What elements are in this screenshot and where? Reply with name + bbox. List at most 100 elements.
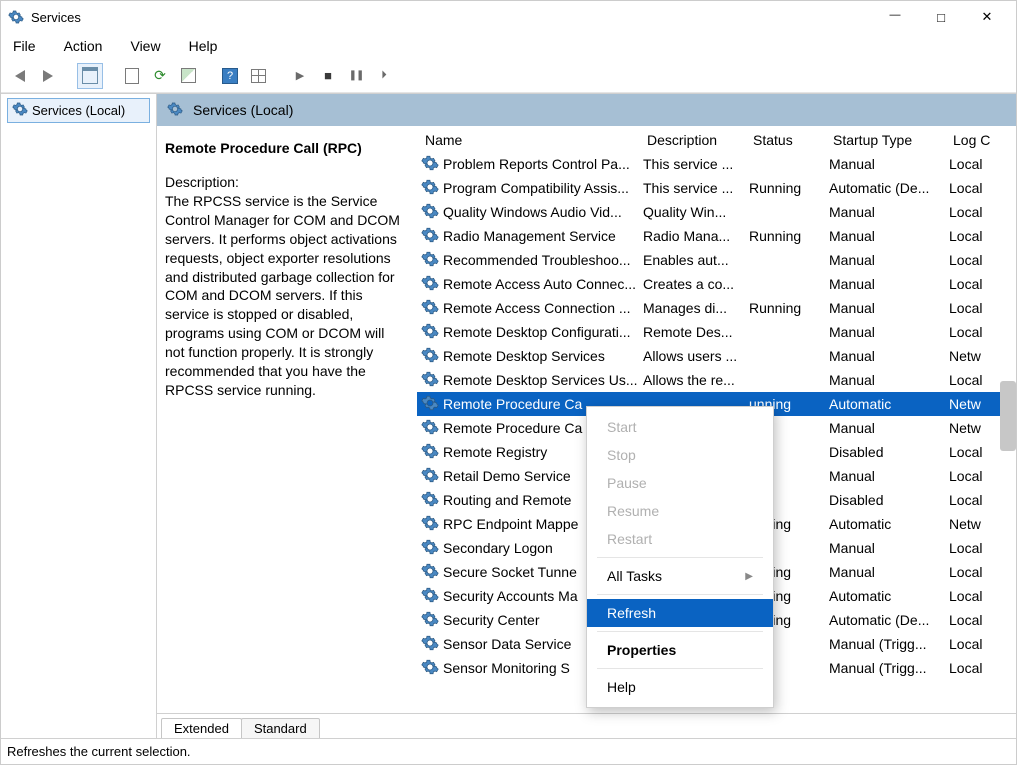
service-name: Secondary Logon — [443, 540, 553, 556]
service-name: Problem Reports Control Pa... — [443, 156, 630, 172]
service-row[interactable]: Remote Access Connection ...Manages di..… — [417, 296, 1016, 320]
service-row[interactable]: Radio Management ServiceRadio Mana...Run… — [417, 224, 1016, 248]
restart-service-button[interactable] — [371, 63, 397, 89]
gear-icon — [421, 586, 439, 607]
service-desc: Quality Win... — [639, 204, 745, 220]
col-logon[interactable]: Log C — [949, 132, 997, 148]
refresh-button[interactable] — [147, 63, 173, 89]
app-icon — [7, 8, 25, 26]
service-row[interactable]: Remote Desktop Services Us...Allows the … — [417, 368, 1016, 392]
service-row[interactable]: Remote Access Auto Connec...Creates a co… — [417, 272, 1016, 296]
service-startup: Manual — [825, 324, 945, 340]
service-logon: Netw — [945, 420, 993, 436]
menu-view[interactable]: View — [124, 36, 166, 56]
context-item-label: Properties — [607, 642, 676, 658]
service-startup: Manual — [825, 252, 945, 268]
service-startup: Automatic (De... — [825, 180, 945, 196]
maximize-button[interactable] — [918, 3, 964, 31]
service-status: Running — [745, 180, 825, 196]
context-item-label: Resume — [607, 503, 659, 519]
service-desc: Radio Mana... — [639, 228, 745, 244]
properties-button[interactable] — [119, 63, 145, 89]
minimize-button[interactable] — [872, 3, 918, 31]
service-row[interactable]: Program Compatibility Assis...This servi… — [417, 176, 1016, 200]
service-desc: Creates a co... — [639, 276, 745, 292]
col-name[interactable]: Name — [421, 132, 643, 148]
tab-standard[interactable]: Standard — [241, 718, 320, 738]
service-desc: Manages di... — [639, 300, 745, 316]
col-description[interactable]: Description — [643, 132, 749, 148]
stop-service-button[interactable] — [315, 63, 341, 89]
back-button[interactable] — [7, 63, 33, 89]
chevron-right-icon: ▶ — [745, 571, 753, 582]
service-status: Running — [745, 300, 825, 316]
menu-help[interactable]: Help — [183, 36, 224, 56]
tree-pane: Services (Local) — [1, 94, 157, 738]
statusbar-text: Refreshes the current selection. — [7, 744, 191, 759]
service-name: Recommended Troubleshoo... — [443, 252, 631, 268]
export-list-button[interactable] — [175, 63, 201, 89]
gear-icon — [167, 101, 183, 120]
col-startup-type[interactable]: Startup Type — [829, 132, 949, 148]
context-help[interactable]: Help — [587, 673, 773, 701]
col-status[interactable]: Status — [749, 132, 829, 148]
gear-icon — [12, 101, 28, 120]
gear-icon — [421, 250, 439, 271]
service-startup: Manual — [825, 564, 945, 580]
service-name: Sensor Monitoring S — [443, 660, 570, 676]
service-name: Remote Procedure Ca — [443, 396, 582, 412]
gear-icon — [421, 634, 439, 655]
service-startup: Automatic (De... — [825, 612, 945, 628]
service-status: Running — [745, 228, 825, 244]
service-startup: Automatic — [825, 588, 945, 604]
context-item-label: All Tasks — [607, 568, 662, 584]
context-refresh[interactable]: Refresh — [587, 599, 773, 627]
service-row[interactable]: Recommended Troubleshoo... Enables aut...… — [417, 248, 1016, 272]
view-button[interactable] — [245, 63, 271, 89]
context-pause: Pause — [587, 469, 773, 497]
gear-icon — [421, 370, 439, 391]
context-separator — [597, 668, 763, 669]
service-startup: Manual — [825, 348, 945, 364]
context-stop: Stop — [587, 441, 773, 469]
service-row[interactable]: Remote Desktop Configurati...Remote Des.… — [417, 320, 1016, 344]
service-logon: Local — [945, 540, 993, 556]
service-logon: Local — [945, 180, 993, 196]
service-name: Program Compatibility Assis... — [443, 180, 629, 196]
menu-action[interactable]: Action — [58, 36, 109, 56]
service-startup: Manual — [825, 228, 945, 244]
service-logon: Local — [945, 324, 993, 340]
service-desc: This service ... — [639, 156, 745, 172]
service-startup: Manual — [825, 468, 945, 484]
gear-icon — [421, 538, 439, 559]
context-item-label: Start — [607, 419, 637, 435]
gear-icon — [421, 442, 439, 463]
show-hide-tree-button[interactable] — [77, 63, 103, 89]
close-button[interactable] — [964, 3, 1010, 31]
gear-icon — [421, 610, 439, 631]
context-properties[interactable]: Properties — [587, 636, 773, 664]
service-startup: Manual — [825, 276, 945, 292]
service-desc: Enables aut... — [639, 252, 745, 268]
forward-button[interactable] — [35, 63, 61, 89]
tree-root[interactable]: Services (Local) — [7, 98, 150, 123]
service-logon: Local — [945, 156, 993, 172]
gear-icon — [421, 154, 439, 175]
menu-file[interactable]: File — [7, 36, 42, 56]
service-row[interactable]: Problem Reports Control Pa... This servic… — [417, 152, 1016, 176]
service-row[interactable]: Remote Desktop ServicesAllows users ...M… — [417, 344, 1016, 368]
vertical-scrollbar[interactable] — [1000, 381, 1016, 451]
service-logon: Local — [945, 636, 993, 652]
context-all-tasks[interactable]: All Tasks ▶ — [587, 562, 773, 590]
context-item-label: Stop — [607, 447, 636, 463]
detail-title: Remote Procedure Call (RPC) — [165, 140, 407, 156]
context-item-label: Help — [607, 679, 636, 695]
tab-extended[interactable]: Extended — [161, 718, 242, 738]
service-name: Routing and Remote — [443, 492, 571, 508]
pause-service-button[interactable] — [343, 63, 369, 89]
start-service-button[interactable] — [287, 63, 313, 89]
service-row[interactable]: Quality Windows Audio Vid...Quality Win.… — [417, 200, 1016, 224]
help-button[interactable] — [217, 63, 243, 89]
content-header: Services (Local) — [157, 94, 1016, 126]
context-menu: StartStopPauseResumeRestartAll Tasks▶Ref… — [586, 406, 774, 708]
